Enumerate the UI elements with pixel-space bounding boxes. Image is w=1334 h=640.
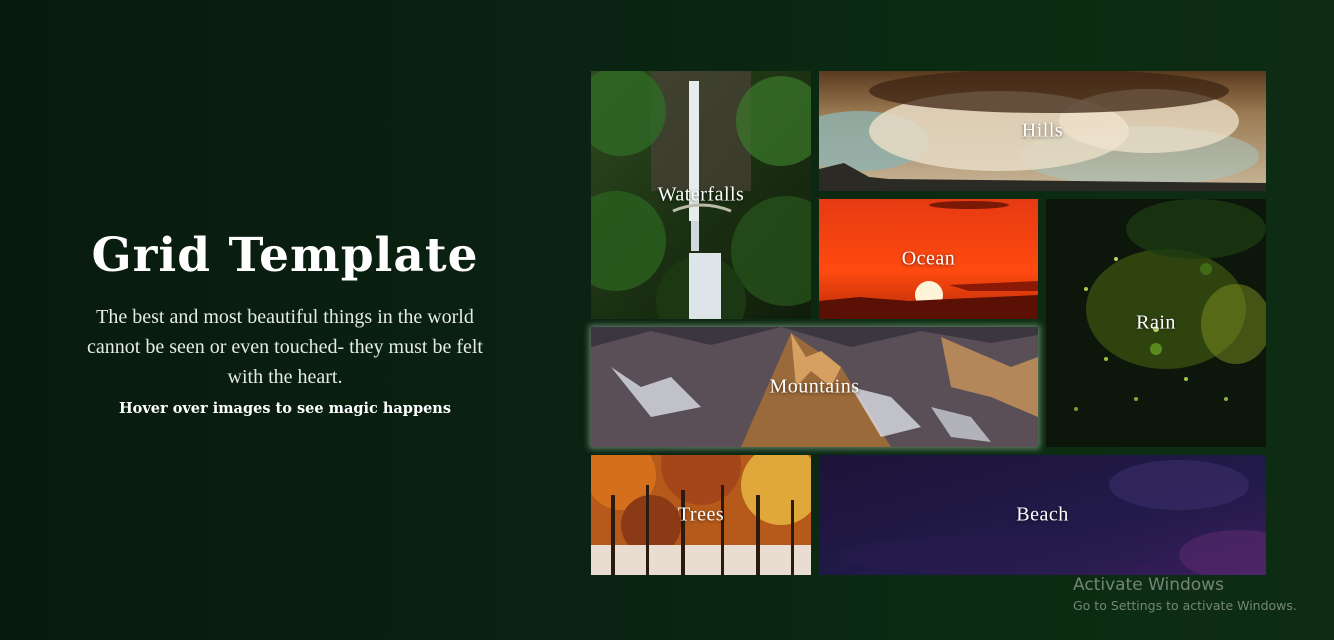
tile-mountains[interactable]: Mountains — [591, 327, 1038, 447]
tile-label: Ocean — [901, 247, 956, 270]
tile-label: Beach — [1016, 503, 1069, 526]
intro-section: Grid Template The best and most beautifu… — [80, 222, 490, 417]
tile-label: Waterfalls — [657, 183, 745, 206]
tile-ocean[interactable]: Ocean — [819, 199, 1038, 319]
hover-hint: Hover over images to see magic happens — [118, 400, 452, 417]
tile-label: Hills — [1021, 119, 1064, 142]
tile-trees[interactable]: Trees — [591, 455, 811, 575]
tile-beach[interactable]: Beach — [819, 455, 1266, 575]
tile-rain[interactable]: Rain — [1046, 199, 1266, 447]
activation-watermark: Activate Windows Go to Settings to activ… — [1073, 574, 1297, 616]
watermark-subtitle: Go to Settings to activate Windows. — [1073, 598, 1297, 613]
tile-label: Mountains — [769, 375, 860, 398]
tile-label: Rain — [1136, 311, 1176, 334]
watermark-title: Activate Windows — [1073, 575, 1224, 595]
intro-text: The best and most beautiful things in th… — [87, 306, 483, 388]
tile-hills[interactable]: Hills — [819, 71, 1266, 191]
tile-waterfalls[interactable]: Waterfalls — [591, 71, 811, 319]
page-title: Grid Template — [91, 228, 479, 283]
image-grid: Waterfalls Hills Ocean Rain Mountains Tr… — [591, 71, 1266, 575]
tile-label: Trees — [677, 503, 725, 526]
